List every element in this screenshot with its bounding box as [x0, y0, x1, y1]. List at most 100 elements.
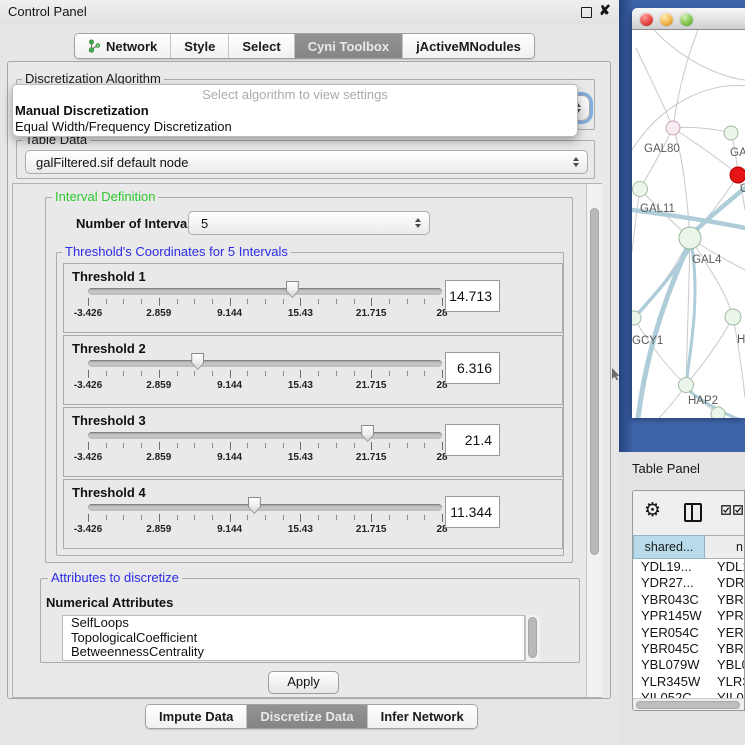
table-cell: YDL1 [709, 559, 745, 575]
threshold-4-slider-track[interactable] [88, 504, 442, 511]
threshold-1-value-field[interactable]: 14.713 [445, 280, 500, 312]
control-panel-titlebar: Control Panel ✘ [0, 0, 619, 24]
attribute-list-item[interactable]: SelfLoops [63, 616, 524, 631]
threshold-4-slider-thumb[interactable] [248, 497, 261, 514]
tab-style[interactable]: Style [171, 34, 229, 58]
attribute-list-item[interactable]: TopologicalCoefficient [63, 631, 524, 646]
tab-infer-network[interactable]: Infer Network [368, 705, 477, 728]
scrollbar-thumb[interactable] [590, 208, 599, 555]
table-row[interactable]: YPR145WYPR1 [633, 608, 745, 624]
network-edge[interactable] [673, 127, 731, 133]
network-canvas[interactable]: GAL80GACGAL11GAL4GCY1HHAP2 [632, 30, 745, 418]
network-edge[interactable] [733, 317, 745, 398]
close-window-icon[interactable]: ✘ [599, 2, 611, 19]
popup-option-manual-discretization[interactable]: Manual Discretization [13, 103, 577, 119]
network-edge[interactable] [632, 189, 640, 252]
attributes-list-scrollbar[interactable] [525, 615, 540, 661]
network-window-titlebar[interactable] [632, 8, 745, 30]
network-view-window: GAL80GACGAL11GAL4GCY1HHAP2 [632, 8, 745, 418]
network-edge[interactable] [636, 48, 673, 128]
algorithm-dropdown-popup: Select algorithm to view settings Manual… [12, 84, 578, 137]
table-cell: YPR145W [633, 608, 709, 624]
tick-label: -3.426 [74, 308, 102, 319]
network-node-label: C [740, 183, 745, 195]
network-node[interactable] [632, 311, 641, 325]
table-data-combobox[interactable]: galFiltered.sif default node [25, 150, 588, 174]
threshold-3-slider-track[interactable] [88, 432, 442, 439]
column-layout-icon[interactable] [684, 503, 702, 522]
settings-vertical-scrollbar[interactable] [586, 184, 602, 697]
tick-label: 21.715 [356, 524, 387, 535]
table-cell: YER0 [709, 625, 745, 641]
apply-button[interactable]: Apply [268, 671, 339, 694]
table-horizontal-scrollbar[interactable] [633, 698, 745, 711]
tab-cyni-toolbox[interactable]: Cyni Toolbox [295, 34, 403, 58]
threshold-2-value-field[interactable]: 6.316 [445, 352, 500, 384]
network-edge[interactable] [634, 318, 686, 385]
network-node[interactable] [711, 407, 725, 418]
network-node[interactable] [724, 126, 738, 140]
network-node[interactable] [666, 121, 680, 135]
table-row[interactable]: YLR345WYLR3 [633, 674, 745, 690]
close-traffic-light-icon[interactable] [640, 13, 653, 26]
popup-option-equal-width-frequency[interactable]: Equal Width/Frequency Discretization [13, 119, 577, 135]
scrollbar-thumb[interactable] [528, 617, 537, 658]
tick-label: -3.426 [74, 380, 102, 391]
zoom-traffic-light-icon[interactable] [680, 13, 693, 26]
threshold-4-value-field[interactable]: 11.344 [445, 496, 500, 528]
network-edge[interactable] [690, 238, 733, 317]
tab-jactivemnodules[interactable]: jActiveMNodules [403, 34, 534, 58]
network-edge[interactable] [632, 86, 745, 150]
threshold-1-slider-track[interactable] [88, 288, 442, 295]
network-node[interactable] [725, 309, 741, 325]
threshold-3-value-field[interactable]: 21.4 [445, 424, 500, 456]
table-settings-gear-icon[interactable]: ⚙ [644, 499, 661, 521]
table-row[interactable]: YER054CYER0 [633, 625, 745, 641]
float-window-icon[interactable] [581, 7, 592, 18]
number-of-intervals-combobox[interactable]: 5 [188, 211, 430, 235]
network-edge[interactable] [640, 128, 673, 189]
tab-select[interactable]: Select [229, 34, 294, 58]
window-title: Control Panel [8, 4, 87, 19]
network-node[interactable] [679, 378, 694, 393]
tick-label: 2.859 [146, 308, 171, 319]
network-node[interactable] [679, 227, 701, 249]
network-node[interactable] [730, 167, 745, 183]
table-row[interactable]: YBL079WYBL0 [633, 657, 745, 673]
table-header-row: shared... n [633, 535, 745, 559]
table-row[interactable]: YDR27...YDR2 [633, 575, 745, 591]
tick-label: -3.426 [74, 524, 102, 535]
table-row[interactable]: YDL19...YDL1 [633, 559, 745, 575]
threshold-2-slider-track[interactable] [88, 360, 442, 367]
threshold-1-label: Threshold 1 [72, 269, 146, 284]
threshold-2-slider-thumb[interactable] [191, 353, 204, 370]
network-edge[interactable] [654, 30, 745, 80]
slider-ticks [88, 514, 442, 522]
threshold-3-slider-thumb[interactable] [361, 425, 374, 442]
tab-network[interactable]: Network [75, 34, 171, 58]
table-cell: YBL0 [709, 657, 745, 673]
table-cell: YDR27... [633, 575, 709, 591]
network-edge[interactable] [673, 30, 698, 128]
column-header-name[interactable]: n [705, 535, 745, 559]
column-header-shared-name[interactable]: shared... [633, 535, 705, 559]
scrollbar-thumb[interactable] [636, 701, 740, 709]
attribute-list-item[interactable]: BetweennessCentrality [63, 645, 524, 660]
threshold-3-label: Threshold 3 [72, 413, 146, 428]
tick-label: 15.43 [288, 308, 313, 319]
network-node[interactable] [633, 182, 648, 197]
tab-impute-data[interactable]: Impute Data [146, 705, 247, 728]
slider-ticks [88, 442, 442, 450]
table-cell: YBR045C [633, 641, 709, 657]
minimize-traffic-light-icon[interactable] [660, 13, 673, 26]
attributes-group-label: Attributes to discretize [48, 571, 182, 584]
tab-discretize-data[interactable]: Discretize Data [247, 705, 367, 728]
select-columns-icons[interactable] [721, 505, 743, 515]
control-panel-window: Control Panel ✘ Network Style Select Cyn… [0, 0, 619, 745]
tick-label: 2.859 [146, 380, 171, 391]
table-row[interactable]: YBR045CYBR0 [633, 641, 745, 657]
slider-tick-labels: -3.4262.8599.14415.4321.71528 [88, 524, 442, 536]
table-cell: YER054C [633, 625, 709, 641]
table-row[interactable]: YBR043CYBR0 [633, 592, 745, 608]
threshold-1-slider-thumb[interactable] [286, 281, 299, 298]
